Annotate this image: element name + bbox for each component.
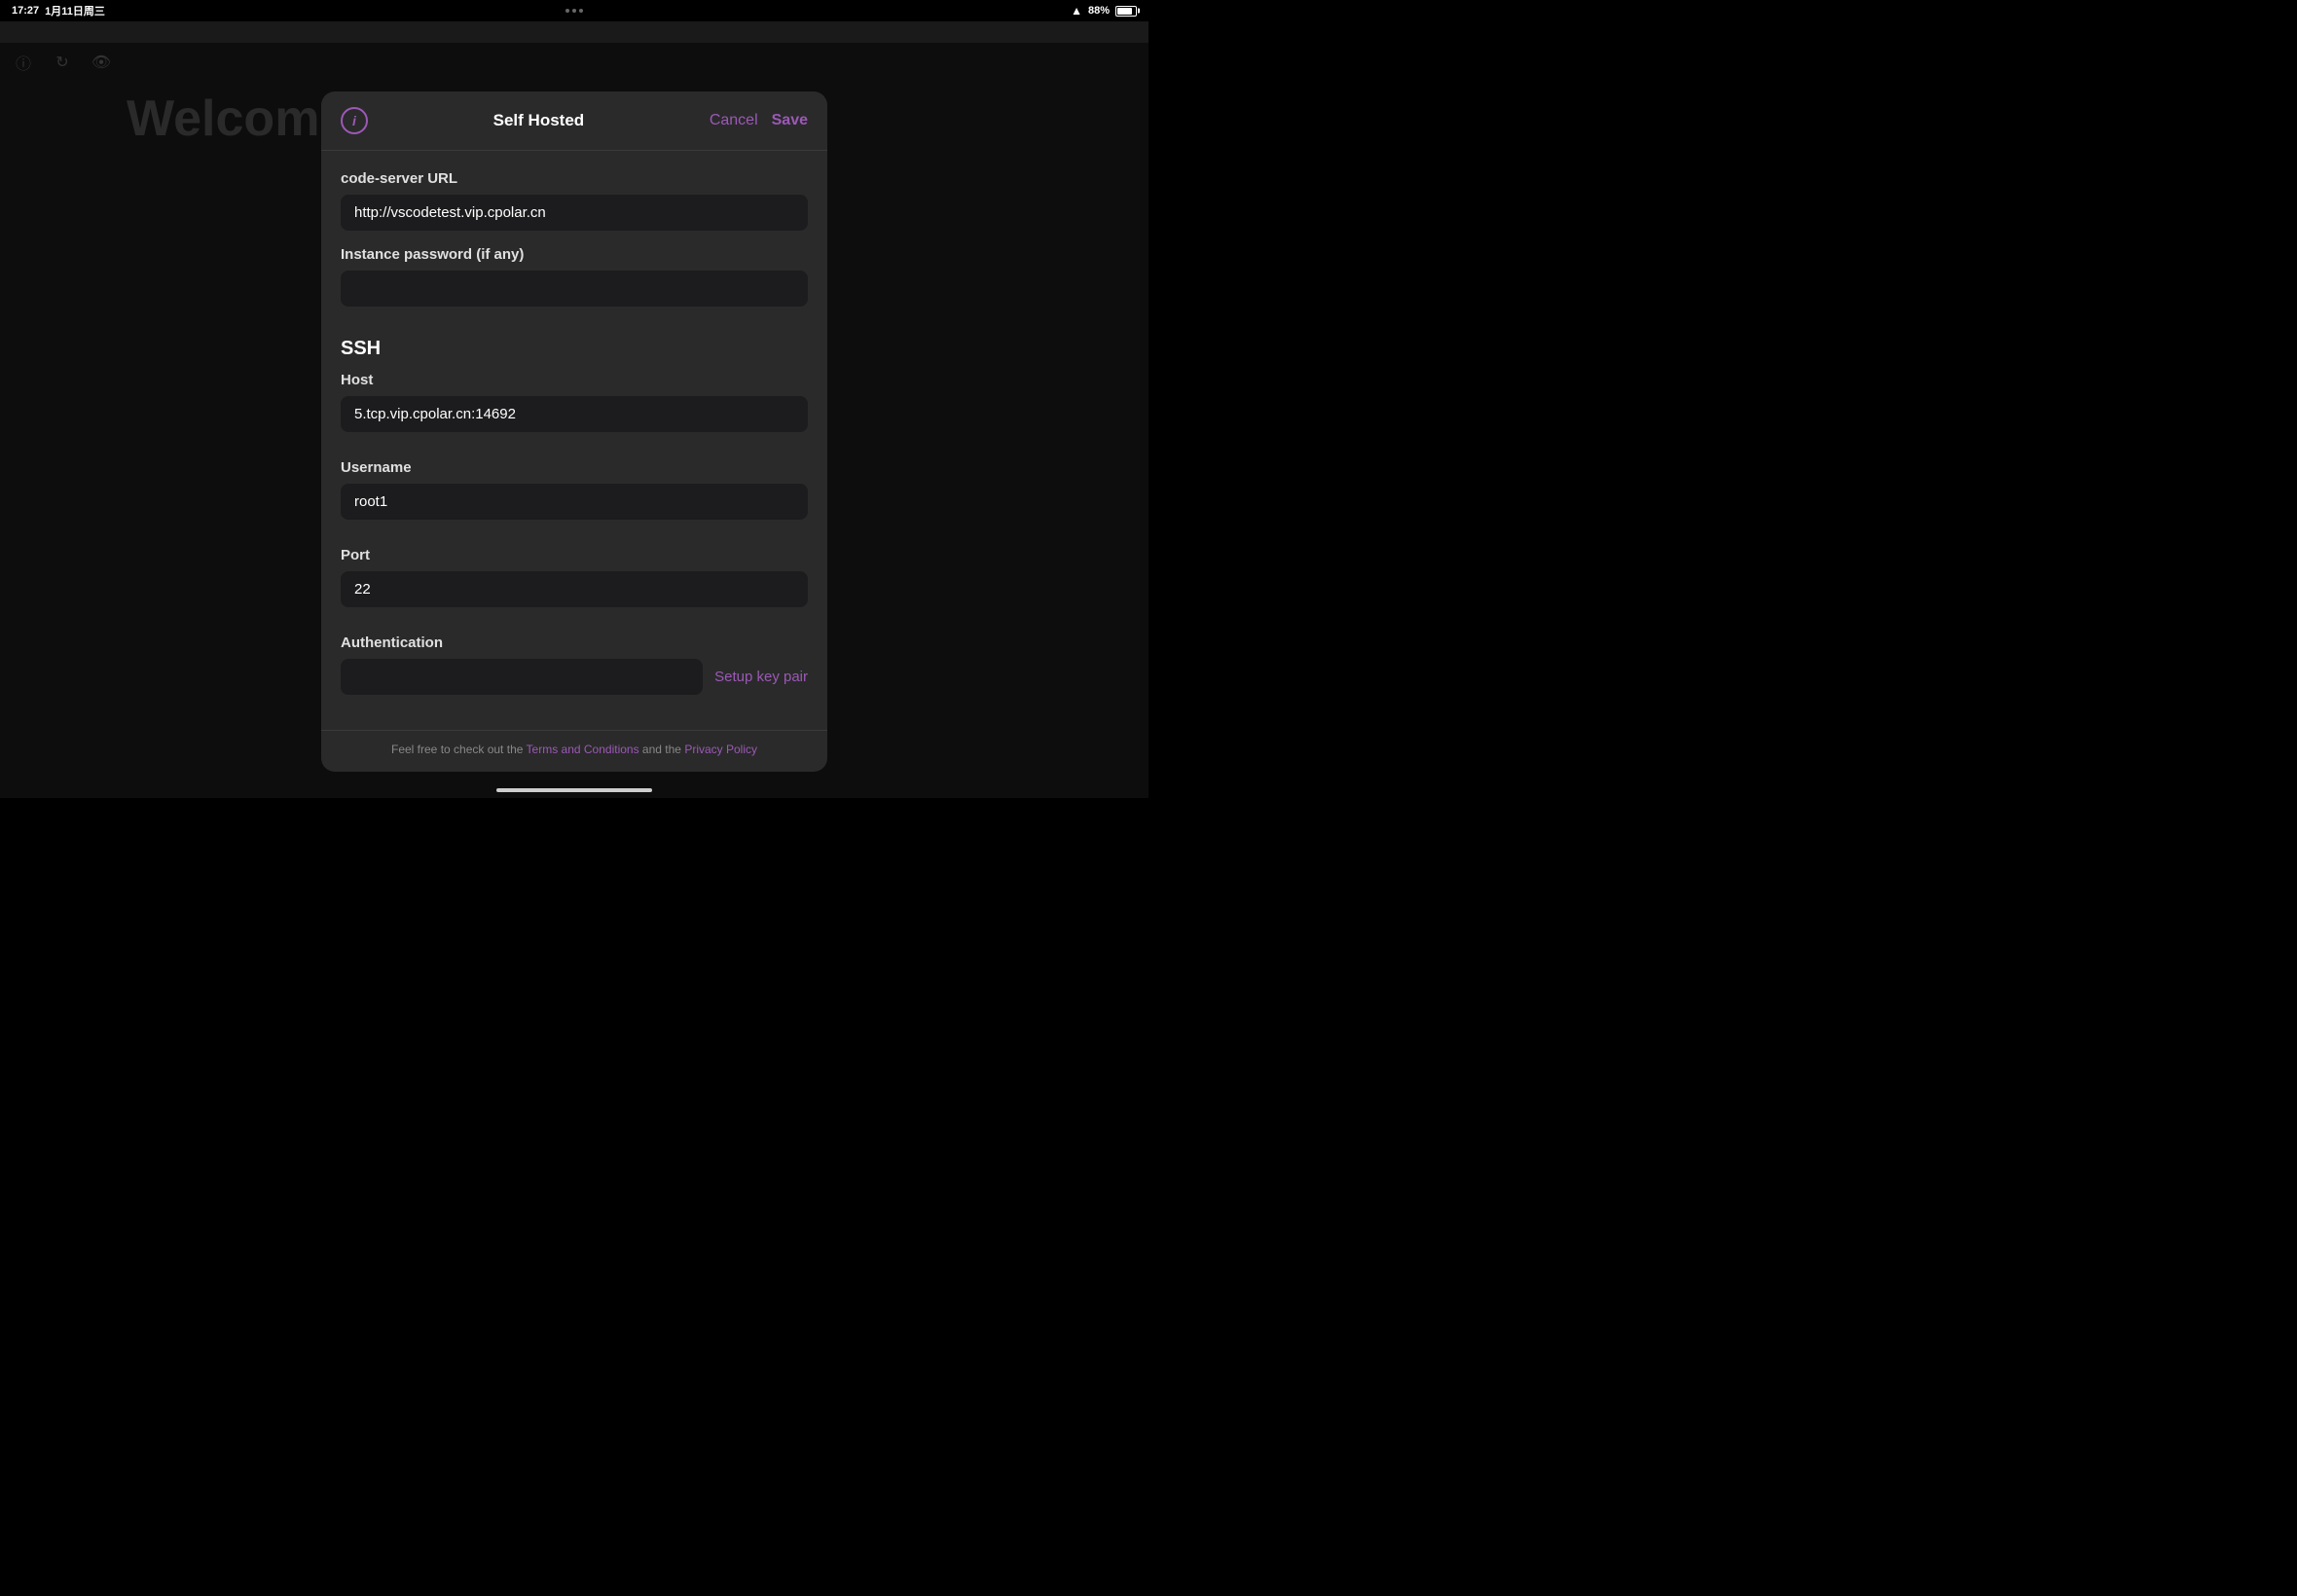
home-indicator <box>496 788 652 792</box>
battery-percent: 88% <box>1088 5 1110 17</box>
dot1 <box>565 9 569 13</box>
footer-text1: Feel free to check out the <box>391 743 527 756</box>
instance-password-input[interactable] <box>341 271 808 307</box>
host-input[interactable] <box>341 396 808 432</box>
authentication-input[interactable] <box>341 659 703 695</box>
ssh-section-title: SSH <box>341 338 808 360</box>
modal-header: i Self Hosted Cancel Save <box>321 91 827 151</box>
save-button[interactable]: Save <box>772 112 808 129</box>
username-label: Username <box>341 459 808 476</box>
date: 1月11日周三 <box>45 3 105 18</box>
instance-password-label: Instance password (if any) <box>341 246 808 263</box>
battery-icon <box>1115 6 1137 17</box>
modal-title: Self Hosted <box>493 111 585 130</box>
dot2 <box>572 9 576 13</box>
modal-dialog: i Self Hosted Cancel Save code-server UR… <box>321 91 827 772</box>
code-server-input[interactable] <box>341 195 808 231</box>
authentication-label: Authentication <box>341 635 808 651</box>
setup-key-pair-button[interactable]: Setup key pair <box>714 669 808 685</box>
cancel-button[interactable]: Cancel <box>710 112 758 129</box>
battery-fill <box>1117 8 1132 15</box>
username-input[interactable] <box>341 484 808 520</box>
status-left: 17:27 1月11日周三 <box>12 3 105 18</box>
dot3 <box>579 9 583 13</box>
terms-link[interactable]: Terms and Conditions <box>527 743 639 756</box>
port-input[interactable] <box>341 571 808 607</box>
wifi-icon: ▲ <box>1071 4 1082 18</box>
modal-info-icon: i <box>341 107 368 134</box>
status-center <box>565 9 583 13</box>
code-server-label: code-server URL <box>341 170 808 187</box>
host-label: Host <box>341 372 808 388</box>
modal-body: code-server URL Instance password (if an… <box>321 151 827 730</box>
authentication-row: Setup key pair <box>341 659 808 695</box>
modal-header-right: Cancel Save <box>710 112 808 129</box>
footer-text2: and the <box>639 743 685 756</box>
modal-footer: Feel free to check out the Terms and Con… <box>321 730 827 772</box>
modal-overlay: i Self Hosted Cancel Save code-server UR… <box>0 43 1148 798</box>
status-bar: 17:27 1月11日周三 ▲ 88% <box>0 0 1148 21</box>
time: 17:27 <box>12 5 39 17</box>
modal-header-left: i <box>341 107 368 134</box>
privacy-link[interactable]: Privacy Policy <box>684 743 757 756</box>
status-right: ▲ 88% <box>1071 4 1137 18</box>
background-area: ⓘ ↻ 👁 Welcom i Self Hosted Cancel Save <box>0 21 1148 798</box>
port-label: Port <box>341 547 808 563</box>
